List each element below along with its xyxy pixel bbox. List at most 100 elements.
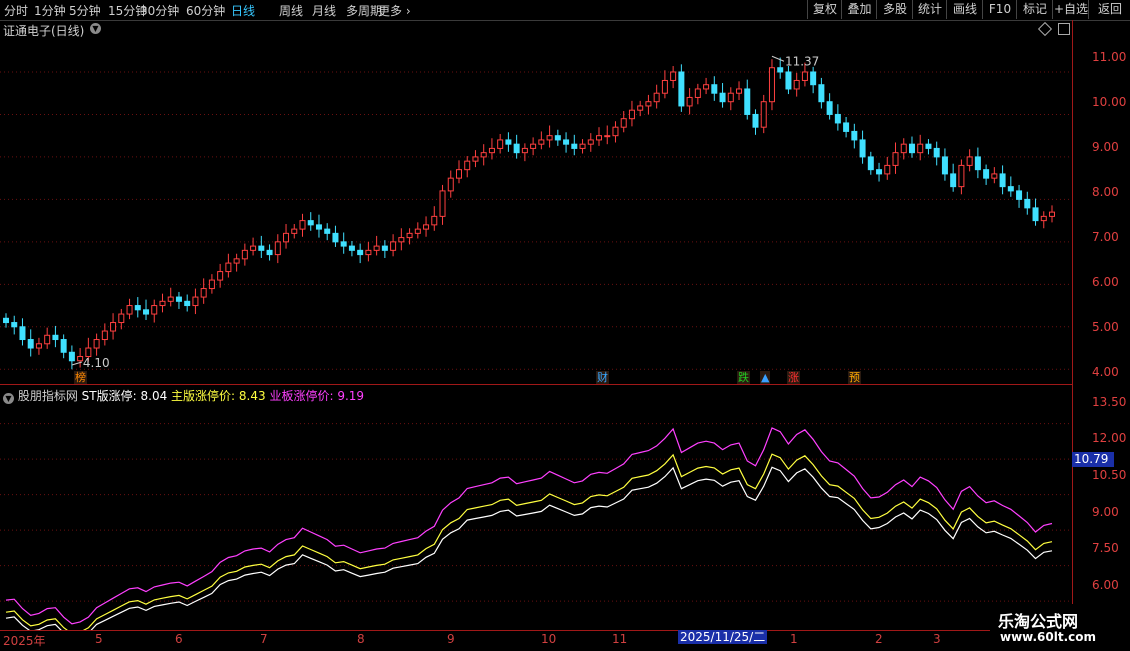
candle-body	[966, 156, 973, 166]
indicator-tick-label: 7.50	[1092, 541, 1119, 555]
candle-body	[175, 296, 182, 302]
candle-body	[604, 135, 611, 138]
watermark-url: www.60lt.com	[1000, 630, 1097, 644]
candle-body	[192, 296, 199, 307]
indicator-title: ▼ 股朋指标网 ST版涨停: 8.04 主版涨停价: 8.43 业板涨停价: 9…	[3, 387, 364, 404]
candle-body	[217, 271, 224, 281]
candle-body	[93, 339, 100, 349]
candle-body	[587, 139, 594, 145]
candle-body	[357, 249, 364, 256]
candle-body	[834, 113, 841, 124]
candle-body	[892, 152, 899, 166]
watermark-title: 乐淘公式网	[998, 612, 1079, 631]
candle-body	[628, 109, 635, 120]
candle-body	[513, 143, 520, 154]
chevron-down-icon[interactable]: ▼	[3, 393, 14, 404]
date-tick-label: 5	[95, 632, 103, 646]
candle-body	[348, 245, 355, 251]
candle-body	[554, 135, 561, 141]
price-chart: 11.37 4.10	[0, 54, 1072, 644]
date-tick-label: 2	[875, 632, 883, 646]
event-badge[interactable]: 涨	[787, 371, 800, 384]
candle-body	[620, 118, 627, 128]
event-badge[interactable]: 预	[848, 371, 861, 384]
candle-body	[933, 147, 940, 158]
candle-body	[159, 300, 166, 307]
candle-body	[44, 334, 51, 345]
event-badge[interactable]: ▲	[760, 371, 771, 384]
candle-body	[563, 139, 570, 145]
price-tick-label: 8.00	[1092, 185, 1119, 199]
candle-body	[818, 84, 825, 103]
candle-body	[110, 322, 117, 332]
candle-body	[1016, 190, 1023, 200]
candle-body	[703, 84, 710, 90]
candle-body	[1049, 211, 1055, 217]
candle-body	[760, 101, 767, 128]
candle-body	[324, 228, 331, 234]
candle-body	[768, 67, 775, 103]
candle-body	[225, 262, 232, 273]
event-badge[interactable]: 榜	[74, 371, 87, 384]
candle-body	[727, 92, 734, 103]
pro-value: 9.19	[337, 389, 365, 403]
candle-body	[266, 249, 273, 256]
candle-body	[332, 232, 339, 243]
candle-body	[884, 164, 891, 175]
candle-body	[876, 169, 883, 175]
candle-body	[1007, 186, 1014, 192]
candle-body	[151, 305, 158, 315]
candle-body	[126, 305, 133, 315]
candle-body	[826, 101, 833, 115]
candle-body	[505, 139, 512, 145]
candle-body	[974, 156, 981, 171]
candle-body	[546, 135, 553, 141]
candle-body	[373, 245, 380, 251]
date-axis	[0, 630, 1130, 651]
candle-body	[497, 139, 504, 149]
candle-body	[851, 130, 858, 141]
indicator-tick-label: 6.00	[1092, 578, 1119, 592]
price-tick-label: 5.00	[1092, 320, 1119, 334]
candle-body	[340, 241, 347, 247]
candle-body	[3, 317, 9, 324]
event-badge[interactable]: 跌	[737, 371, 750, 384]
candle-body	[538, 139, 545, 145]
candle-body	[283, 232, 290, 243]
candle-body	[571, 143, 578, 149]
candle-body	[60, 339, 67, 353]
candle-body	[11, 322, 18, 328]
candle-body	[843, 122, 850, 132]
indicator-tick-label: 9.00	[1092, 505, 1119, 519]
candle-body	[208, 279, 215, 290]
date-tick-label: 10	[541, 632, 557, 646]
candle-body	[241, 249, 248, 260]
axis-divider	[1072, 20, 1073, 630]
candle-body	[793, 79, 800, 90]
price-tick-label: 7.00	[1092, 230, 1119, 244]
candle-body	[941, 156, 948, 175]
candle-body	[744, 88, 751, 115]
candle-body	[1040, 215, 1047, 222]
candle-body	[521, 147, 528, 154]
candle-body	[167, 296, 174, 302]
event-badge[interactable]: 财	[596, 371, 609, 384]
current-value-tag: 10.79	[1072, 452, 1114, 467]
candle-body	[719, 92, 726, 103]
candle-body	[785, 71, 792, 90]
candle-body	[900, 143, 907, 154]
st-label: ST版涨停:	[81, 389, 137, 403]
candle-body	[390, 241, 397, 251]
candle-body	[27, 339, 34, 349]
candle-body	[431, 215, 438, 226]
candle-body	[661, 79, 668, 94]
low-price-label: 4.10	[83, 356, 110, 370]
candle-body	[472, 156, 479, 162]
candle-body	[447, 177, 454, 192]
candle-body	[801, 71, 808, 81]
candle-body	[315, 224, 322, 230]
main-label: 主版涨停价:	[171, 389, 236, 403]
candle-body	[670, 71, 677, 81]
st-value: 8.04	[140, 389, 168, 403]
indicator-line	[5, 427, 1053, 625]
